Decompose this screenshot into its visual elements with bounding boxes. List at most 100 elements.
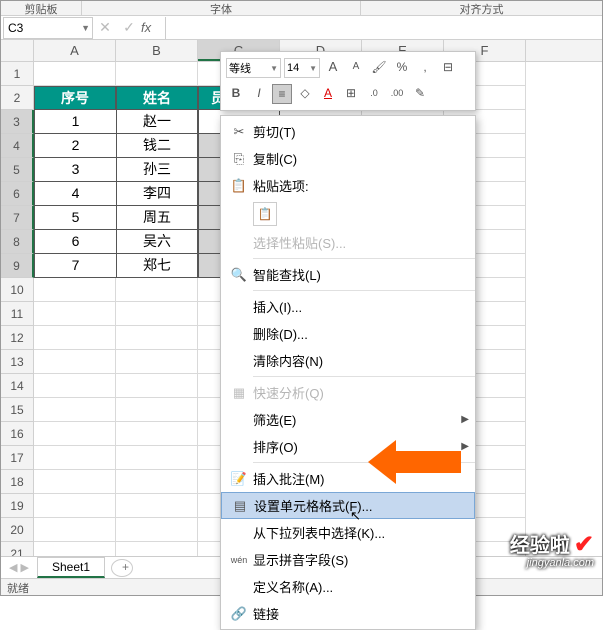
col-header[interactable]: B [116,40,198,61]
row-header[interactable]: 15 [1,398,34,422]
cell[interactable]: 李四 [116,182,198,206]
cell[interactable]: 6 [34,230,116,254]
increase-font-icon[interactable]: A [323,58,343,78]
cell[interactable]: 3 [34,158,116,182]
sheet-tab[interactable]: Sheet1 [37,557,105,578]
ctx-clear[interactable]: 清除内容(N) [221,347,475,374]
row-header[interactable]: 1 [1,62,34,86]
row-header[interactable]: 18 [1,470,34,494]
select-all-corner[interactable] [1,40,34,61]
fx-icon[interactable]: fx [141,20,165,35]
decrease-decimal-icon[interactable]: .00 [387,84,407,104]
decrease-font-icon[interactable]: A [346,58,366,78]
cell[interactable] [116,350,198,374]
ctx-link[interactable]: 🔗链接 [221,600,475,627]
ctx-delete[interactable]: 删除(D)... [221,320,475,347]
tab-nav-icon[interactable]: ◀ ▶ [1,561,37,574]
cell[interactable] [34,446,116,470]
row-header[interactable]: 3 [1,110,34,134]
formula-bar[interactable] [165,17,602,39]
font-size-selector[interactable]: 14▼ [284,58,320,78]
cell[interactable]: 1 [34,110,116,134]
ctx-format-cells[interactable]: ▤设置单元格格式(F)...↖ [221,492,475,519]
cell[interactable]: 孙三 [116,158,198,182]
row-header[interactable]: 5 [1,158,34,182]
ctx-copy[interactable]: ⎘复制(C) [221,145,475,172]
cell[interactable] [34,518,116,542]
ctx-insert[interactable]: 插入(I)... [221,293,475,320]
cell[interactable] [34,374,116,398]
cell[interactable] [34,494,116,518]
paste-option-icon[interactable]: 📋 [253,202,277,226]
cell[interactable]: 吴六 [116,230,198,254]
cell[interactable]: 7 [34,254,116,278]
cell[interactable]: 4 [34,182,116,206]
row-header[interactable]: 12 [1,326,34,350]
cell[interactable] [34,302,116,326]
row-header[interactable]: 7 [1,206,34,230]
font-selector[interactable]: 等线▼ [226,58,281,78]
cell[interactable] [34,326,116,350]
comma-icon[interactable]: , [415,58,435,78]
cell[interactable] [116,446,198,470]
cell[interactable] [116,398,198,422]
row-header[interactable]: 14 [1,374,34,398]
cell[interactable]: 周五 [116,206,198,230]
col-header[interactable]: A [34,40,116,61]
cell[interactable] [116,326,198,350]
cell[interactable] [116,422,198,446]
cell[interactable] [116,374,198,398]
cell[interactable] [116,518,198,542]
row-header[interactable]: 19 [1,494,34,518]
cell[interactable] [34,398,116,422]
cell[interactable]: 赵一 [116,110,198,134]
chevron-down-icon[interactable]: ▼ [81,23,90,33]
cell[interactable] [34,278,116,302]
row-header[interactable]: 17 [1,446,34,470]
row-header[interactable]: 6 [1,182,34,206]
header-cell[interactable]: 序号 [34,86,116,110]
fill-color-icon[interactable]: ◇ [295,84,315,104]
cell[interactable] [34,350,116,374]
clipboard-icon: 📋 [225,178,253,194]
row-header[interactable]: 20 [1,518,34,542]
cell[interactable]: 2 [34,134,116,158]
cell[interactable]: 5 [34,206,116,230]
increase-decimal-icon[interactable]: .0 [364,84,384,104]
cell[interactable] [34,470,116,494]
cell[interactable] [116,62,198,86]
row-header[interactable]: 8 [1,230,34,254]
align-icon[interactable]: ≡ [272,84,292,104]
ctx-cut[interactable]: ✂剪切(T) [221,118,475,145]
format-painter-icon[interactable]: 🖌 [369,58,389,78]
row-header[interactable]: 4 [1,134,34,158]
ctx-smart-lookup[interactable]: 🔍智能查找(L) [221,261,475,288]
merge-icon[interactable]: ⊟ [438,58,458,78]
cell[interactable] [116,302,198,326]
cell[interactable]: 钱二 [116,134,198,158]
ctx-show-pinyin[interactable]: wén显示拼音字段(S) [221,546,475,573]
cell[interactable] [116,470,198,494]
name-box[interactable]: C3▼ [3,17,93,39]
border-icon[interactable]: ⊞ [341,84,361,104]
format-painter-icon[interactable]: ✎ [410,84,430,104]
italic-icon[interactable]: I [249,84,269,104]
row-header[interactable]: 13 [1,350,34,374]
cell[interactable] [116,494,198,518]
row-header[interactable]: 10 [1,278,34,302]
row-header[interactable]: 2 [1,86,34,110]
cell[interactable] [116,278,198,302]
row-header[interactable]: 11 [1,302,34,326]
ctx-filter[interactable]: 筛选(E)▶ [221,406,475,433]
row-header[interactable]: 9 [1,254,34,278]
add-sheet-icon[interactable]: + [111,559,133,577]
font-color-icon[interactable]: A [318,84,338,104]
cell[interactable]: 郑七 [116,254,198,278]
cell[interactable] [34,422,116,446]
percent-icon[interactable]: % [392,58,412,78]
ctx-pick-from-list[interactable]: 从下拉列表中选择(K)... [221,519,475,546]
bold-icon[interactable]: B [226,84,246,104]
row-header[interactable]: 16 [1,422,34,446]
cell[interactable] [34,62,116,86]
header-cell[interactable]: 姓名 [116,86,198,110]
